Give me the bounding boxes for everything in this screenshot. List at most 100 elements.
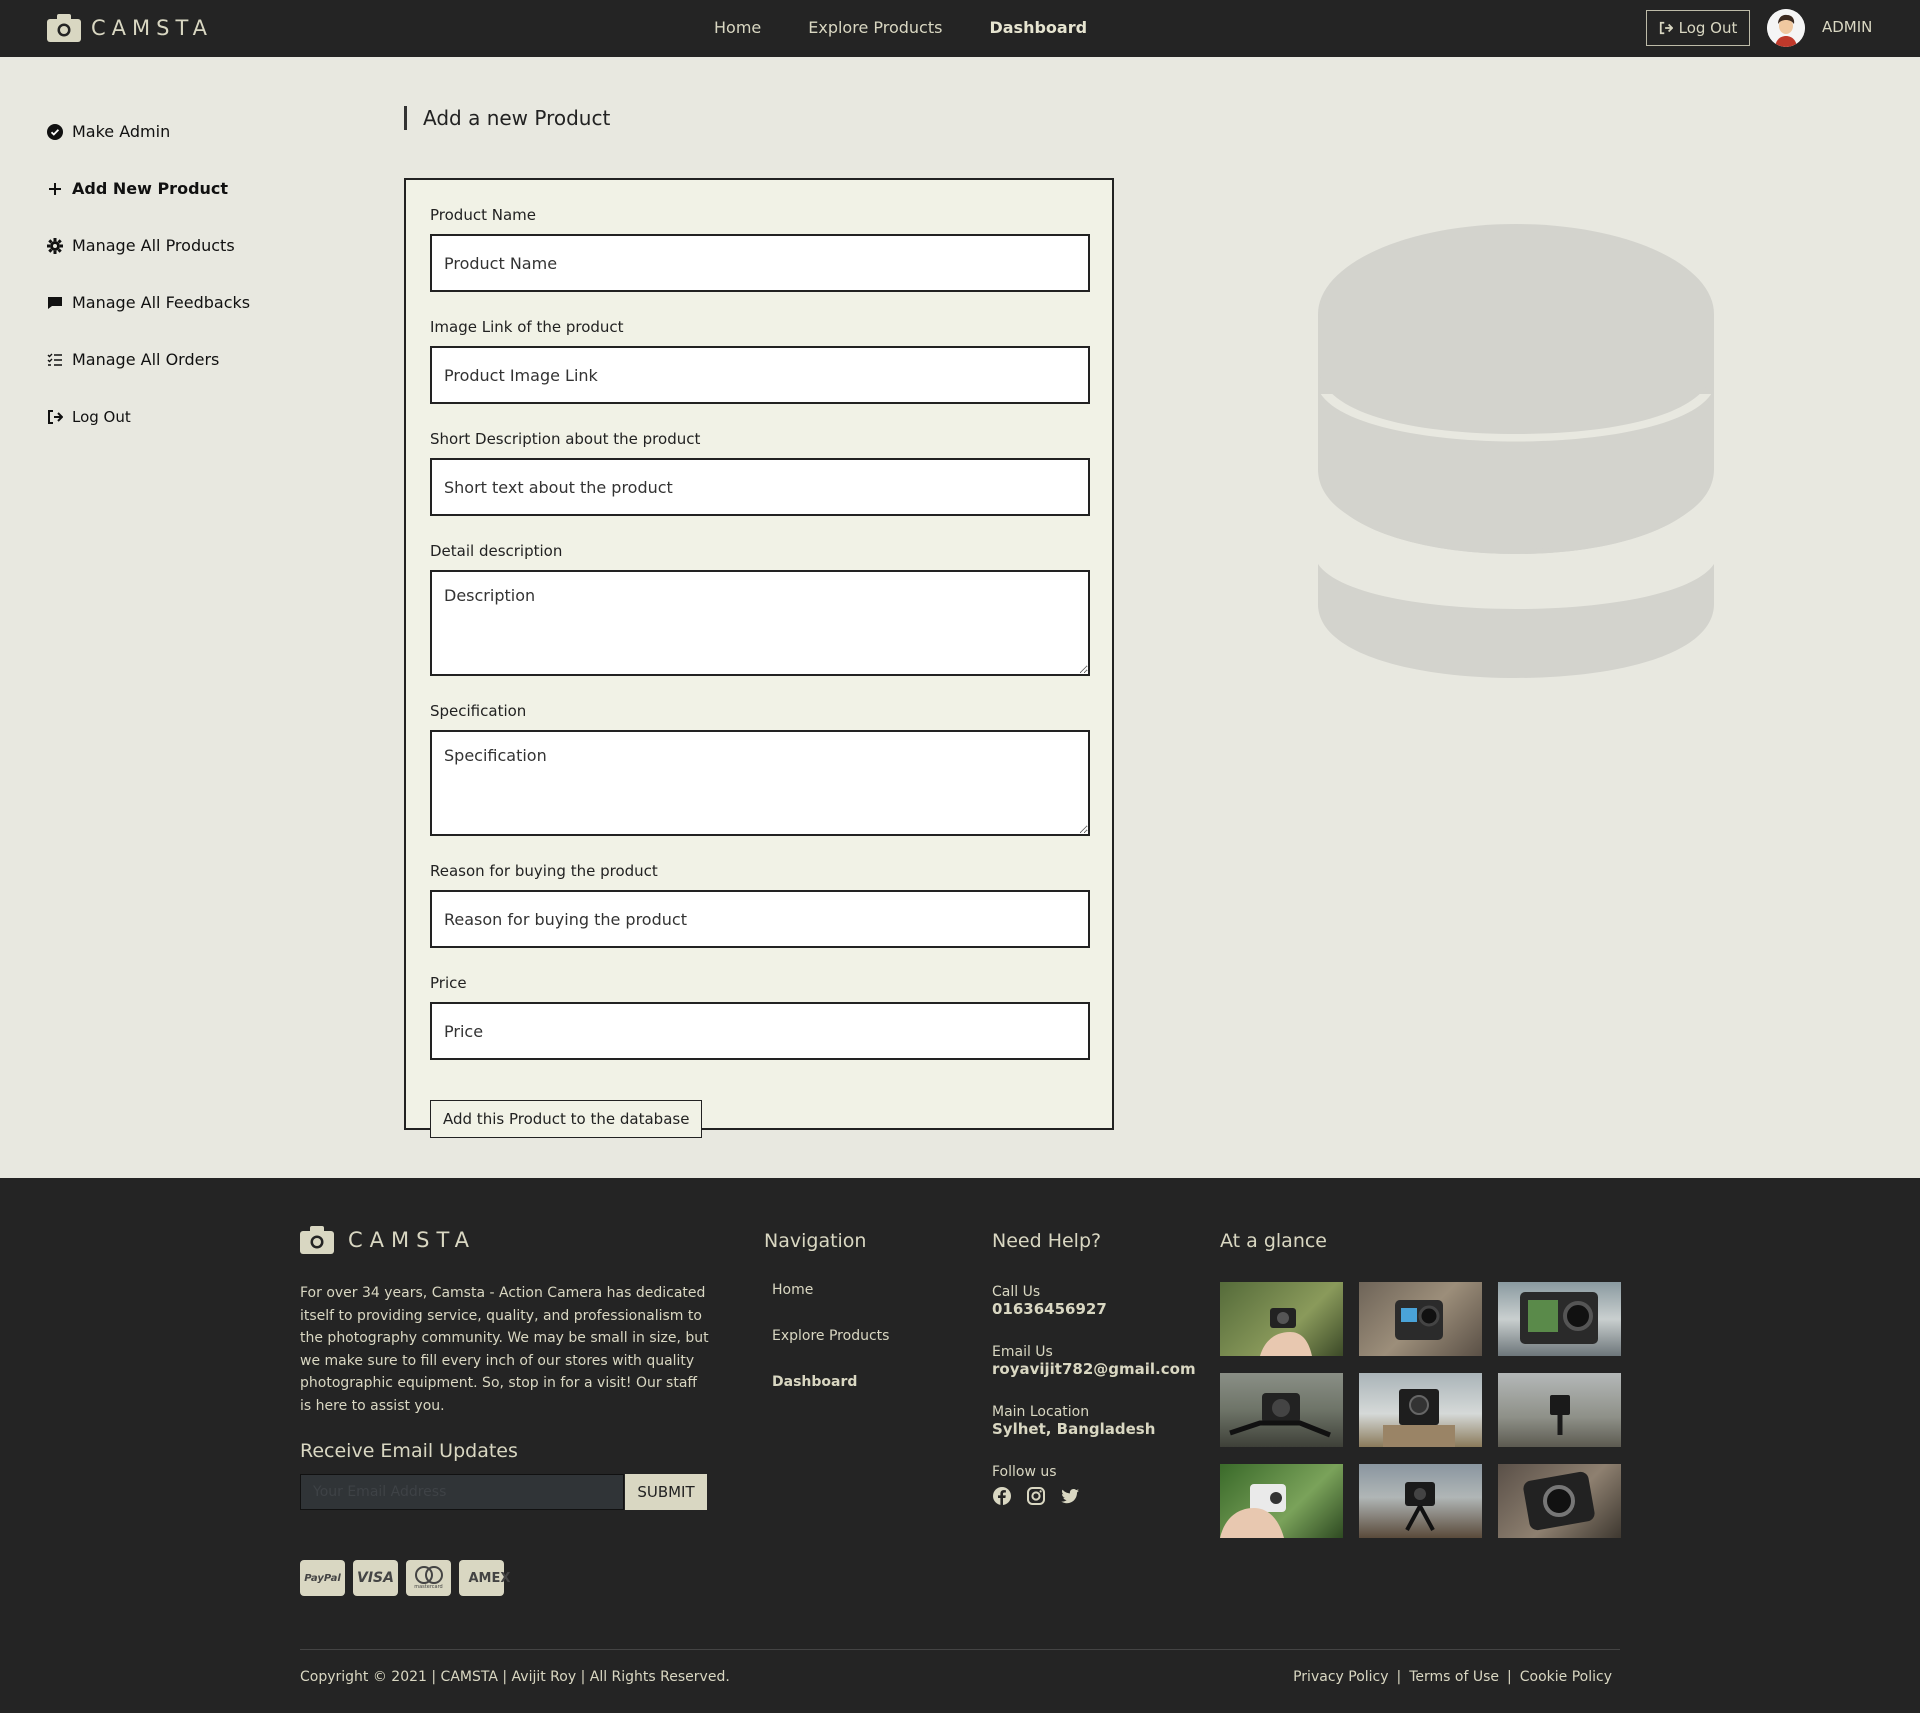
sidebar-item-manage-all-products[interactable]: Manage All Products [47, 217, 250, 274]
reason-label: Reason for buying the product [430, 862, 658, 880]
call-value[interactable]: 01636456927 [992, 1300, 1196, 1318]
subscribe-title: Receive Email Updates [300, 1440, 518, 1462]
sidebar-item-label: Log Out [72, 407, 131, 426]
sign-out-icon [48, 409, 63, 424]
sidebar-item-make-admin[interactable]: Make Admin [47, 103, 250, 160]
sidebar-item-logout[interactable]: Log Out [47, 388, 250, 445]
reason-input[interactable] [430, 890, 1090, 948]
legal-separator: | [1396, 1669, 1402, 1685]
sidebar-item-add-new-product[interactable]: Add New Product [47, 160, 250, 217]
top-navbar: CAMSTA Home Explore Products Dashboard L… [0, 0, 1920, 57]
help-title: Need Help? [992, 1230, 1102, 1252]
footer-nav-home[interactable]: Home [772, 1282, 889, 1328]
footer-about-text: For over 34 years, Camsta - Action Camer… [300, 1285, 709, 1414]
gallery-image[interactable] [1359, 1464, 1482, 1538]
site-footer: CAMSTA For over 34 years, Camsta - Actio… [0, 1178, 1920, 1713]
privacy-policy-link[interactable]: Privacy Policy [1293, 1669, 1388, 1685]
logout-label: Log Out [1678, 19, 1738, 37]
location-label: Main Location [992, 1404, 1090, 1420]
sidebar-item-manage-all-orders[interactable]: Manage All Orders [47, 331, 250, 388]
specification-label: Specification [430, 702, 527, 720]
dashboard-sidebar: Make Admin Add New Product Manage All Pr… [47, 103, 250, 445]
gallery-image[interactable] [1220, 1373, 1343, 1447]
nav-explore-products[interactable]: Explore Products [808, 18, 942, 37]
location-value: Sylhet, Bangladesh [992, 1420, 1156, 1438]
email-label: Email Us [992, 1344, 1053, 1360]
gallery-image[interactable] [1498, 1464, 1621, 1538]
mastercard-circles [414, 1566, 443, 1584]
sidebar-item-manage-all-feedbacks[interactable]: Manage All Feedbacks [47, 274, 250, 331]
terms-of-use-link[interactable]: Terms of Use [1409, 1669, 1499, 1685]
email-value[interactable]: royavijit782@gmail.com [992, 1360, 1196, 1378]
social-links [992, 1486, 1196, 1506]
sign-out-icon [1659, 21, 1673, 35]
help-info: Call Us 01636456927 Email Us royavijit78… [992, 1284, 1196, 1506]
avatar[interactable] [1767, 9, 1805, 47]
main-nav: Home Explore Products Dashboard [714, 18, 1134, 37]
add-product-form: Product Name Image Link of the product S… [404, 178, 1114, 1138]
footer-divider [300, 1649, 1620, 1650]
database-icon [1318, 224, 1714, 678]
add-product-button[interactable]: Add this Product to the database [430, 1100, 703, 1138]
footer-brand[interactable]: CAMSTA [300, 1226, 476, 1254]
specification-textarea[interactable] [430, 730, 1090, 836]
footer-nav-title: Navigation [764, 1230, 867, 1252]
gallery-image[interactable] [1359, 1373, 1482, 1447]
image-link-input[interactable] [430, 346, 1090, 404]
camera-icon [47, 14, 81, 42]
newsletter-email-input[interactable] [300, 1474, 624, 1510]
user-avatar-icon [1767, 9, 1805, 47]
follow-label: Follow us [992, 1464, 1057, 1480]
sidebar-item-label: Make Admin [72, 122, 171, 141]
footer-nav: Home Explore Products Dashboard [772, 1282, 889, 1420]
footer-nav-explore-products[interactable]: Explore Products [772, 1328, 889, 1374]
cookie-policy-link[interactable]: Cookie Policy [1520, 1669, 1612, 1685]
gallery-image[interactable] [1220, 1282, 1343, 1356]
product-gallery [1220, 1282, 1621, 1538]
nav-dashboard[interactable]: Dashboard [989, 18, 1087, 37]
logout-button[interactable]: Log Out [1646, 10, 1750, 46]
sidebar-item-label: Manage All Feedbacks [72, 293, 251, 312]
payment-methods: PayPal VISA mastercard AMEX [300, 1560, 510, 1596]
amex-icon: AMEX [459, 1560, 510, 1596]
sidebar-item-label: Add New Product [72, 179, 229, 198]
footer-nav-dashboard[interactable]: Dashboard [772, 1374, 889, 1420]
sidebar-item-label: Manage All Orders [72, 350, 220, 369]
price-input[interactable] [430, 1002, 1090, 1060]
image-link-label: Image Link of the product [430, 318, 624, 336]
price-label: Price [430, 974, 467, 992]
facebook-icon[interactable] [992, 1486, 1012, 1506]
footer-brand-name: CAMSTA [348, 1228, 477, 1252]
short-description-input[interactable] [430, 458, 1090, 516]
paypal-icon: PayPal [300, 1560, 345, 1596]
product-name-label: Product Name [430, 206, 536, 224]
gallery-image[interactable] [1359, 1282, 1482, 1356]
camera-icon [300, 1226, 334, 1254]
glance-title: At a glance [1220, 1230, 1327, 1252]
page-title: Add a new Product [404, 106, 610, 130]
call-label: Call Us [992, 1284, 1041, 1300]
instagram-icon[interactable] [1026, 1486, 1046, 1506]
sidebar-item-label: Manage All Products [72, 236, 235, 255]
gallery-image[interactable] [1498, 1373, 1621, 1447]
legal-links: Privacy Policy | Terms of Use | Cookie P… [1293, 1669, 1612, 1685]
gear-icon [47, 237, 63, 254]
visa-icon: VISA [353, 1560, 398, 1596]
twitter-icon[interactable] [1060, 1486, 1080, 1506]
brand-name: CAMSTA [91, 16, 214, 40]
newsletter-submit-button[interactable]: SUBMIT [625, 1474, 707, 1510]
brand-logo[interactable]: CAMSTA [47, 14, 213, 42]
gallery-image[interactable] [1498, 1282, 1621, 1356]
comment-icon [48, 296, 62, 309]
user-role-label: ADMIN [1822, 18, 1873, 36]
gallery-image[interactable] [1220, 1464, 1343, 1538]
list-check-icon [47, 353, 62, 366]
product-name-input[interactable] [430, 234, 1090, 292]
check-circle-icon [47, 123, 63, 140]
nav-home[interactable]: Home [714, 18, 761, 37]
detail-description-textarea[interactable] [430, 570, 1090, 676]
legal-separator: | [1507, 1669, 1512, 1685]
detail-description-label: Detail description [430, 542, 563, 560]
short-description-label: Short Description about the product [430, 430, 701, 448]
mastercard-icon: mastercard [406, 1560, 451, 1596]
